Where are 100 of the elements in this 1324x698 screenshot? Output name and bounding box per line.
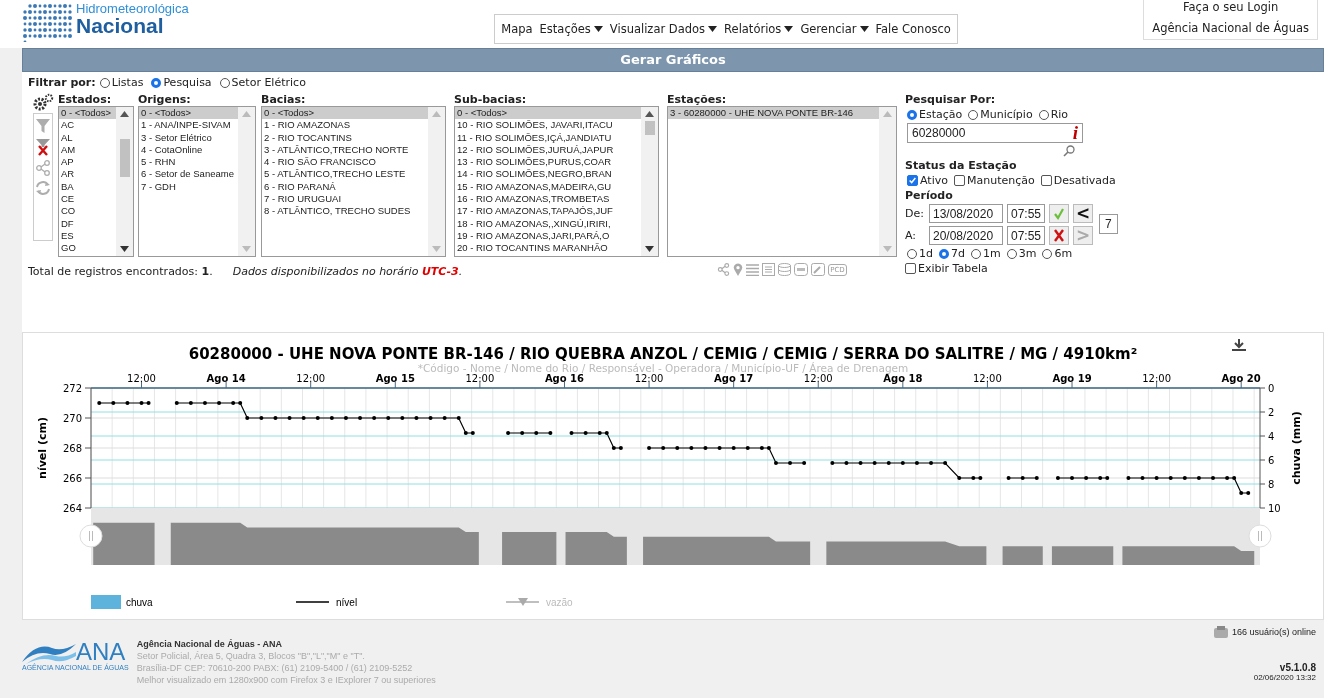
radio-button[interactable] [1038,109,1049,120]
list-item[interactable]: BA [59,180,116,194]
table-icon[interactable] [762,263,776,276]
list-item[interactable]: CE [59,193,116,206]
list-item[interactable]: 0 - <Todos> [262,107,428,120]
scroll-thumb[interactable] [119,139,130,177]
download-icon[interactable] [1231,338,1247,351]
list-item[interactable]: CO [59,205,116,218]
y-tick-label: 6 [1268,455,1275,466]
list-item[interactable]: 13 - RIO SOLIMÕES,PURUS,COAR [455,156,641,169]
clear-filter-icon[interactable] [35,138,51,156]
date-field[interactable]: 13/08/2020 [929,204,1003,223]
list-item[interactable]: 15 - RIO AMAZONAS,MADEIRA,GU [455,180,641,194]
menu-item[interactable]: Relatórios [724,22,794,36]
list-item[interactable]: 4 - CotaOnline [139,143,238,157]
list-item[interactable]: 0 - <Todos> [139,107,238,120]
list-item[interactable]: 19 - RIO AMAZONAS,JARI,PARÁ,O [455,229,641,243]
list-item[interactable]: 3 - ATLÂNTICO,TRECHO NORTE [262,143,428,157]
list-item[interactable]: 14 - RIO SOLIMÕES,NEGRO,BRAN [455,168,641,181]
list-item[interactable]: 7 - GDH [139,180,238,194]
checkbox[interactable] [1040,175,1052,186]
date-field[interactable]: 20/08/2020 [929,226,1003,245]
list-item[interactable]: AC [59,119,116,132]
map-pin-icon[interactable] [733,263,744,276]
list-item[interactable]: 1 - RIO AMAZONAS [262,119,428,132]
previous-button[interactable]: < [1073,204,1093,223]
scroll-up-icon[interactable] [120,111,129,117]
status-label: Status da Estação [905,159,1017,172]
radio-button[interactable] [151,77,162,88]
scroll-down-icon[interactable] [645,246,654,252]
checkbox[interactable] [907,175,918,186]
list-item[interactable]: 3 - 60280000 - UHE NOVA PONTE BR-146 [668,107,879,120]
database-icon[interactable] [778,263,792,276]
radio-button[interactable] [219,77,230,88]
radio-button[interactable] [907,248,917,259]
legend-item[interactable]: chuva [91,595,153,609]
search-icon[interactable] [1063,145,1075,157]
radio-button[interactable] [970,248,981,259]
list-item[interactable]: AL [59,131,116,144]
radio-button[interactable] [939,248,949,259]
menu-item[interactable]: Mapa [501,22,533,36]
list-item[interactable]: 6 - Setor de Saneame [139,168,238,181]
radio-button[interactable] [1042,248,1053,259]
scroll-down-icon[interactable] [120,246,129,252]
login-link[interactable]: Faça o seu Login [1182,0,1279,21]
list-item[interactable]: DF [59,217,116,230]
list-item[interactable]: 7 - RIO URUGUAI [262,193,428,206]
list-item[interactable]: 17 - RIO AMAZONAS,TAPAJÓS,JUF [455,205,641,218]
list-item[interactable]: ES [59,229,116,243]
time-field[interactable]: 07:55 [1007,226,1045,245]
radio-button[interactable] [99,77,110,88]
list-item[interactable]: 18 - RIO AMAZONAS,,XINGÚ,IRIRI, [455,217,641,230]
list-icon[interactable] [746,263,760,276]
badge-icon[interactable] [794,263,809,276]
time-field[interactable]: 07:55 [1007,204,1045,223]
radio-button[interactable] [1006,248,1017,259]
scroll-thumb[interactable] [644,121,655,135]
list-item[interactable]: 8 - ATLÂNTICO, TRECHO SUDES [262,205,428,218]
checkbox[interactable] [905,263,916,274]
radio-button[interactable] [968,109,979,120]
search-field[interactable]: 60280000 i [907,123,1083,143]
list-item[interactable]: 3 - Setor Elétrico [139,131,238,144]
radio-button[interactable] [907,109,917,120]
legend-item[interactable]: nível [295,597,358,608]
x-tick-label: 12:00 [634,373,664,384]
list-item[interactable]: 10 - RIO SOLIMÕES, JAVARI,ITACU [455,119,641,132]
menu-item[interactable]: Estações [539,22,603,36]
list-item[interactable]: 0 - <Todos> [59,107,116,120]
online-count: 166 usuário(s) online [1231,627,1316,637]
menu-item[interactable]: Gerenciar [800,22,869,36]
y-tick-label: 2 [1268,407,1275,418]
info-icon[interactable]: i [1072,122,1078,144]
list-item[interactable]: 16 - RIO AMAZONAS,TROMBETAS [455,193,641,206]
list-item[interactable]: 6 - RIO PARANÁ [262,180,428,194]
menu-item[interactable]: Visualizar Dados [609,22,718,36]
list-item[interactable]: GO [59,242,116,255]
list-item[interactable]: AP [59,156,116,169]
menu-item[interactable]: Fale Conosco [875,22,951,36]
list-item[interactable]: 12 - RIO SOLIMÕES,JURUÁ,JAPUR [455,143,641,157]
settings-icon[interactable] [32,93,54,111]
list-item[interactable]: 5 - RHN [139,156,238,169]
list-item[interactable]: 5 - ATLÂNTICO,TRECHO LESTE [262,168,428,181]
list-item[interactable]: 11 - RIO SOLIMÕES,IÇÁ,JANDIATU [455,131,641,144]
list-item[interactable]: AM [59,143,116,157]
address-line: Melhor visualizado em 1280x900 com Firefox 3 e IExplorer 7 ou superiores [136,674,436,686]
checkbox[interactable] [953,175,965,186]
x-tick-label: 12:00 [465,373,495,384]
list-item[interactable]: 4 - RIO SÃO FRANCISCO [262,156,428,169]
cancel-button[interactable] [1049,226,1069,245]
list-item[interactable]: 2 - RIO TOCANTINS [262,131,428,144]
share-icon[interactable] [717,263,731,276]
list-item[interactable]: AR [59,168,116,181]
days-field[interactable]: 7 [1099,214,1118,234]
scroll-up-icon[interactable] [645,111,654,117]
list-item[interactable]: 0 - <Todos> [455,107,641,120]
checkbox-label: Manutenção [966,174,1035,187]
logo-title: Nacional [76,15,164,36]
list-item[interactable]: 1 - ANA/INPE-SIVAM [139,119,238,132]
list-item[interactable]: 20 - RIO TOCANTINS MARANHÃO [455,242,641,255]
timezone-note: Dados disponibilizados no horário UTC-3. [232,265,463,278]
